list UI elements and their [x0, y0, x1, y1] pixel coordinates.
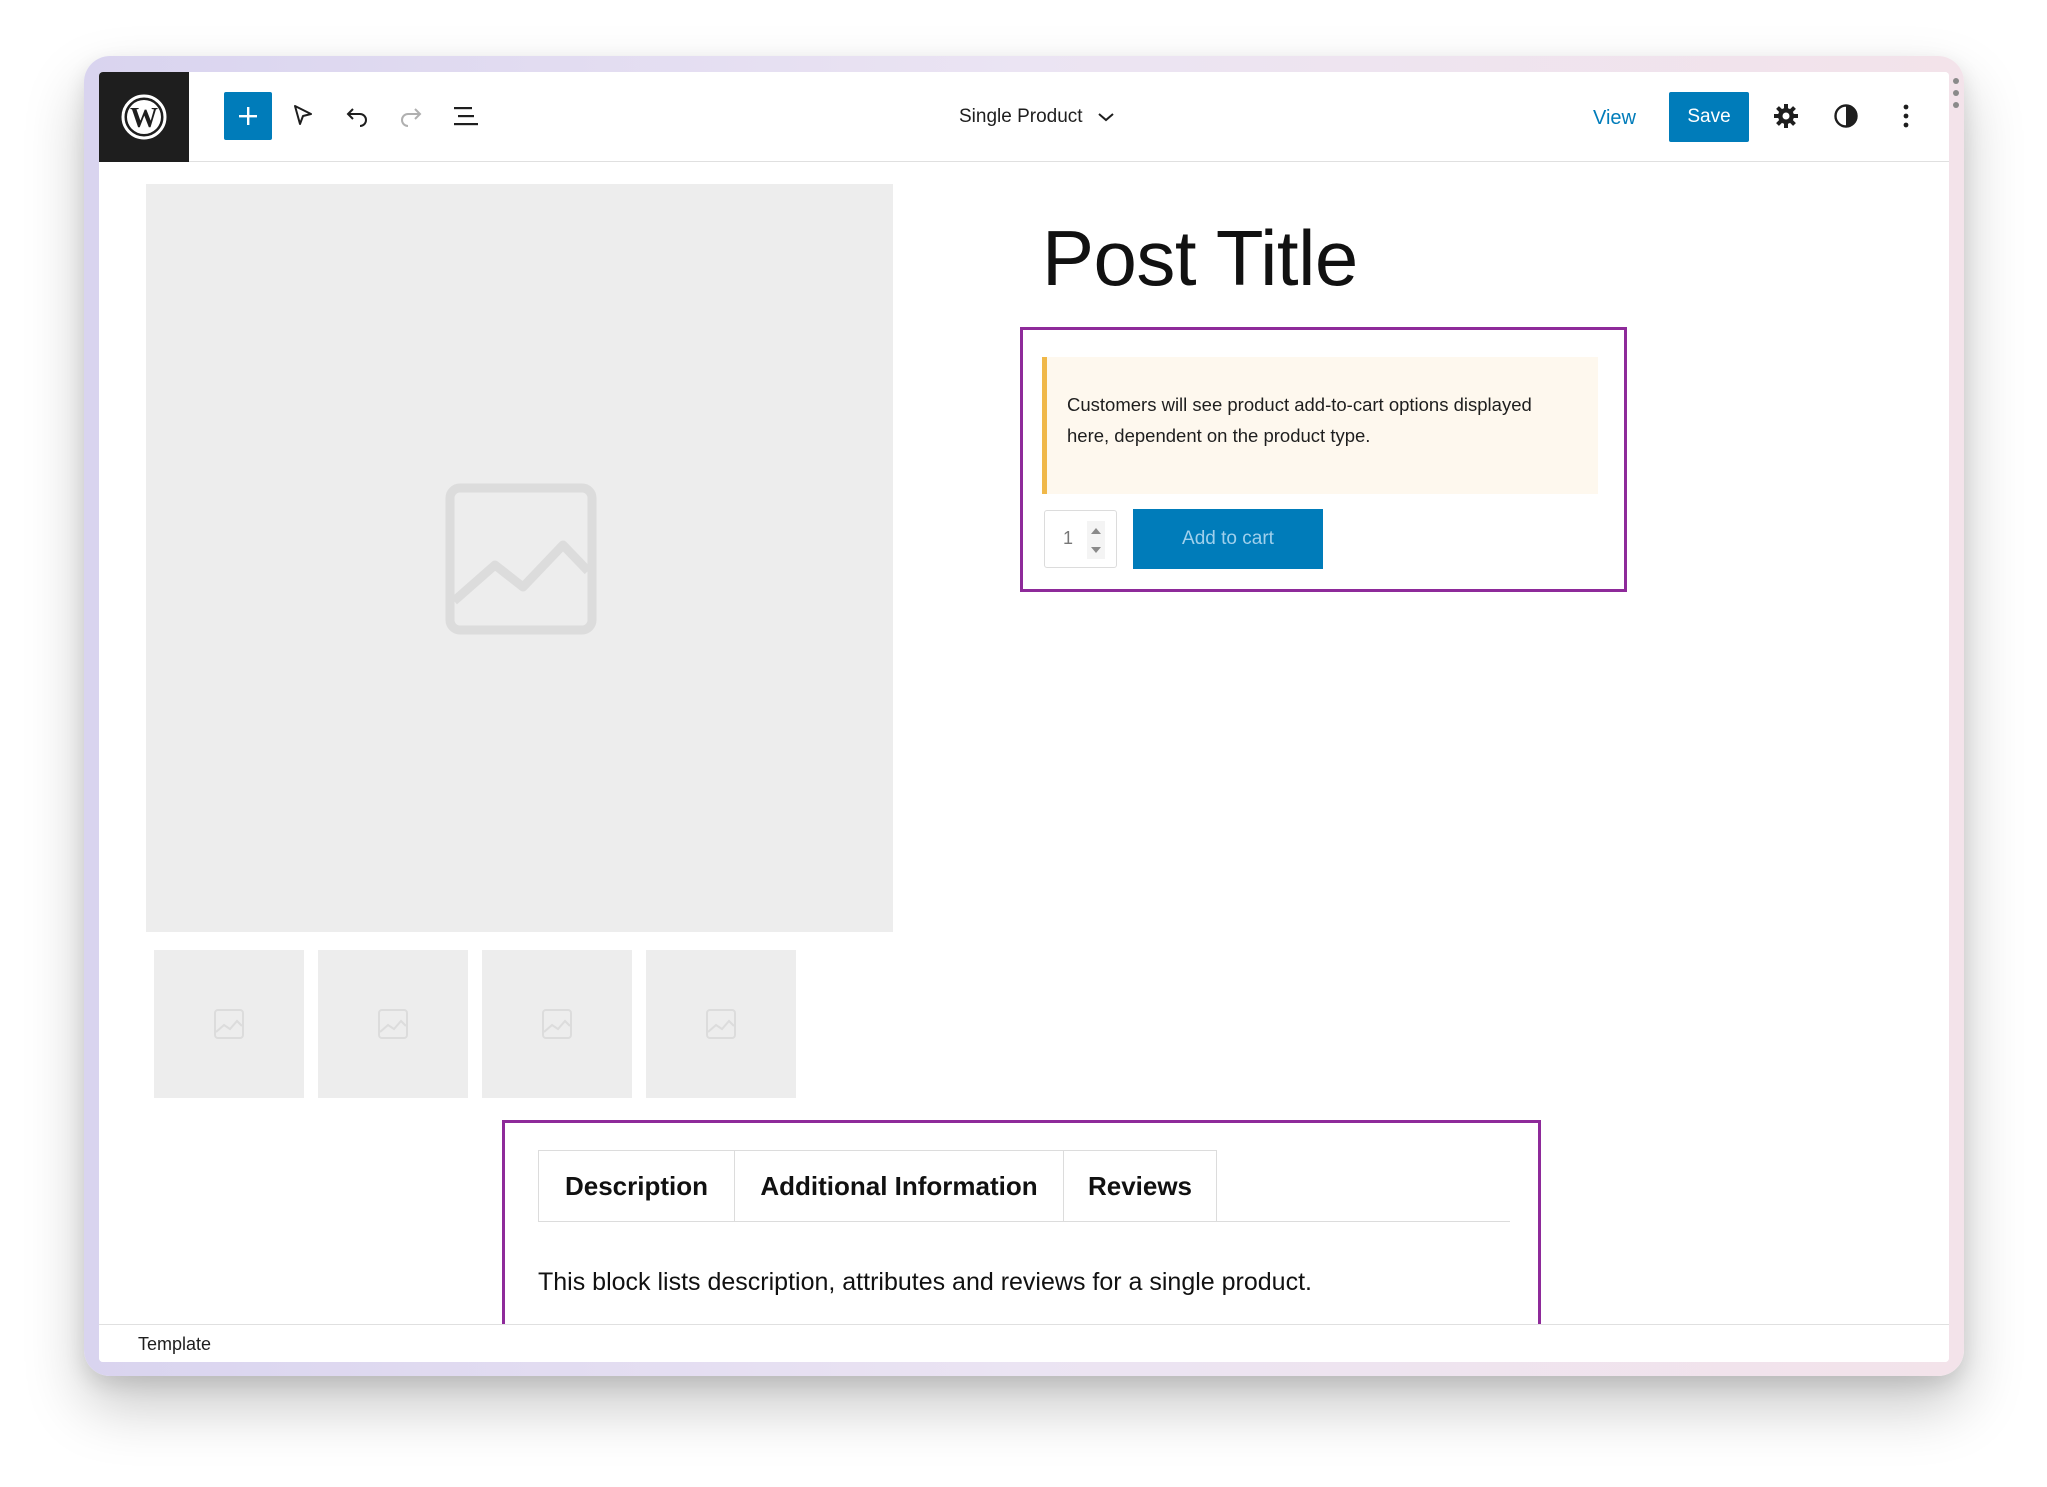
window-resize-handle[interactable]	[1952, 78, 1960, 108]
tabs-description-text: This block lists description, attributes…	[538, 1268, 1312, 1296]
list-view-icon	[454, 107, 478, 126]
contrast-icon	[1834, 104, 1858, 128]
wordpress-logo-icon[interactable]: W	[99, 72, 189, 162]
image-placeholder-icon	[378, 1009, 408, 1039]
image-placeholder-icon	[542, 1009, 572, 1039]
undo-icon	[346, 108, 367, 127]
tabs-divider	[538, 1221, 1510, 1222]
editor-window: W Single Product View Save Post Title Cu…	[99, 72, 1949, 1362]
tab-description[interactable]: Description	[538, 1150, 735, 1222]
view-link[interactable]: View	[1593, 98, 1636, 138]
tab-reviews[interactable]: Reviews	[1063, 1150, 1217, 1222]
gallery-thumbnail[interactable]	[318, 950, 468, 1098]
redo-icon	[401, 108, 422, 127]
styles-button[interactable]	[1822, 92, 1870, 140]
gallery-thumbnail[interactable]	[154, 950, 304, 1098]
document-title: Single Product	[959, 106, 1083, 127]
gallery-thumbnail[interactable]	[646, 950, 796, 1098]
document-title-dropdown[interactable]: Single Product	[959, 96, 1115, 138]
undo-button[interactable]	[333, 92, 381, 140]
save-button[interactable]: Save	[1669, 92, 1749, 142]
breadcrumb[interactable]: Template	[138, 1334, 211, 1355]
spin-down-icon[interactable]	[1091, 546, 1101, 553]
image-placeholder-icon	[214, 1009, 244, 1039]
post-title[interactable]: Post Title	[1042, 212, 1358, 306]
list-view-button[interactable]	[442, 92, 490, 140]
tab-additional-information[interactable]: Additional Information	[734, 1150, 1064, 1222]
more-vertical-icon	[1903, 104, 1909, 128]
add-to-cart-button[interactable]: Add to cart	[1133, 509, 1323, 569]
image-placeholder-icon	[445, 483, 597, 635]
editor-footer: Template	[99, 1324, 1949, 1362]
gear-icon	[1774, 104, 1798, 128]
select-tool-icon	[294, 105, 312, 125]
redo-button[interactable]	[387, 92, 435, 140]
add-to-cart-notice: Customers will see product add-to-cart o…	[1042, 357, 1598, 494]
quantity-spinner[interactable]	[1087, 521, 1105, 559]
plus-icon	[239, 107, 257, 125]
quantity-stepper[interactable]: 1	[1044, 510, 1117, 568]
gallery-thumbnail[interactable]	[482, 950, 632, 1098]
image-placeholder-icon	[706, 1009, 736, 1039]
settings-button[interactable]	[1762, 92, 1810, 140]
spin-up-icon[interactable]	[1091, 527, 1101, 534]
svg-text:W: W	[130, 103, 158, 134]
product-tabs: Description Additional Information Revie…	[538, 1150, 1217, 1222]
product-image-placeholder[interactable]	[146, 184, 893, 932]
editor-header: W Single Product View Save	[99, 72, 1949, 162]
quantity-value: 1	[1063, 528, 1074, 548]
chevron-down-icon	[1097, 113, 1114, 122]
add-block-button[interactable]	[224, 92, 272, 140]
select-tool-button[interactable]	[279, 92, 327, 140]
options-menu-button[interactable]	[1882, 92, 1930, 140]
